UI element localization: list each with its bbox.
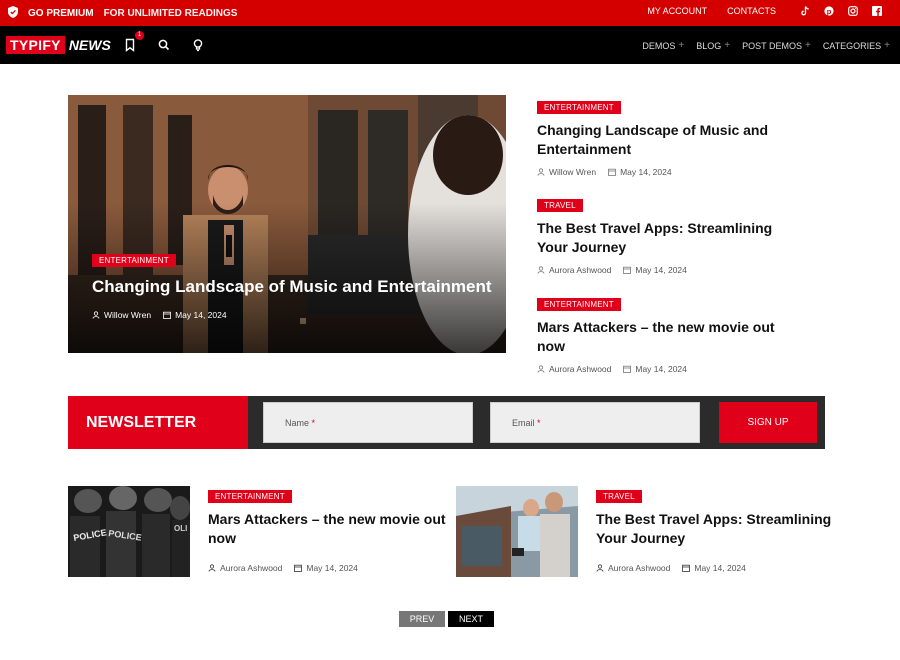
tiktok-icon[interactable] [800,6,810,16]
card-author[interactable]: Aurora Ashwood [608,563,670,573]
user-icon [537,168,545,176]
newsletter-label: NEWSLETTER [68,396,248,449]
main-menu: DEMOS + BLOG + POST DEMOS + CATEGORIES + [642,40,890,51]
card-thumbnail-police[interactable]: POLICE POLICE OLI [68,486,190,577]
menu-item-categories[interactable]: CATEGORIES + [823,40,890,51]
sign-up-button[interactable]: SIGN UP [719,402,817,443]
side-post-author[interactable]: Willow Wren [549,167,596,177]
instagram-icon[interactable] [848,6,858,16]
premium-promo[interactable]: GO PREMIUM FOR UNLIMITED READINGS [8,6,237,21]
hero-author[interactable]: Willow Wren [104,310,151,320]
search-icon[interactable] [157,38,171,52]
side-post-date: May 14, 2024 [620,167,672,177]
card-date: May 14, 2024 [306,563,358,573]
user-icon [92,311,100,319]
card-tag[interactable]: TRAVEL [596,490,642,503]
side-post-title[interactable]: The Best Travel Apps: Streamlining Your … [537,219,797,257]
user-icon [537,365,545,373]
calendar-icon [623,365,632,373]
card-title[interactable]: The Best Travel Apps: Streamlining Your … [596,510,836,548]
side-post-tag[interactable]: TRAVEL [537,199,583,212]
bottom-card: TRAVEL The Best Travel Apps: Streamlinin… [596,486,836,573]
hero-featured-post[interactable]: ENTERTAINMENT Changing Landscape of Musi… [68,95,506,353]
name-field[interactable]: Name * [263,402,473,443]
required-mark: * [537,418,541,428]
menu-item-label: DEMOS [642,40,676,51]
card-thumbnail-travel[interactable] [456,486,578,577]
user-icon [537,266,545,274]
user-icon [208,564,216,572]
menu-item-demos[interactable]: DEMOS + [642,40,684,51]
facebook-icon[interactable] [872,6,882,17]
side-post-title[interactable]: Changing Landscape of Music and Entertai… [537,121,797,159]
hero-category-tag[interactable]: ENTERTAINMENT [92,254,176,267]
logo-box-text: TYPIFY [6,36,65,54]
my-account-link[interactable]: MY ACCOUNT [647,6,707,16]
contacts-link[interactable]: CONTACTS [727,6,776,16]
calendar-icon [682,564,691,572]
pagination: PREV NEXT [399,611,494,627]
card-date: May 14, 2024 [694,563,746,573]
pinterest-icon[interactable]: p [824,6,834,16]
user-icon [596,564,604,572]
card-title[interactable]: Mars Attackers – the new movie out now [208,510,448,548]
side-post-author[interactable]: Aurora Ashwood [549,265,611,275]
prev-button[interactable]: PREV [399,611,445,627]
calendar-icon [623,266,632,274]
side-post-author[interactable]: Aurora Ashwood [549,364,611,374]
side-post: ENTERTAINMENT Mars Attackers – the new m… [537,294,797,374]
logo-news-text: NEWS [68,37,111,53]
promo-bold-text: GO PREMIUM [28,8,94,19]
shield-icon [8,6,18,21]
bookmark-count-badge: 1 [135,31,144,40]
next-button[interactable]: NEXT [448,611,494,627]
card-tag[interactable]: ENTERTAINMENT [208,490,292,503]
side-post-date: May 14, 2024 [635,265,687,275]
hero-title[interactable]: Changing Landscape of Music and Entertai… [92,277,492,297]
plus-icon: + [804,40,811,51]
promo-text: FOR UNLIMITED READINGS [103,8,238,19]
svg-text:p: p [827,7,832,16]
email-placeholder: Email [512,418,535,428]
plus-icon: + [724,40,731,51]
bottom-card: ENTERTAINMENT Mars Attackers – the new m… [208,486,448,573]
main-navbar: TYPIFY NEWS 1 DEMOS + BLOG + POST DEMOS + C… [0,26,900,64]
menu-item-post-demos[interactable]: POST DEMOS + [742,40,811,51]
bookmark-icon[interactable] [123,38,137,52]
side-post-title[interactable]: Mars Attackers – the new movie out now [537,318,797,356]
site-logo[interactable]: TYPIFY NEWS [6,36,111,54]
menu-item-blog[interactable]: BLOG + [696,40,730,51]
lightbulb-icon[interactable] [191,38,205,52]
hero-meta: Willow Wren May 14, 2024 [92,310,227,320]
hero-date: May 14, 2024 [175,310,227,320]
newsletter-form: NEWSLETTER Name * Email * SIGN UP [68,396,825,449]
side-post-date: May 14, 2024 [635,364,687,374]
calendar-icon [294,564,303,572]
required-mark: * [311,418,316,428]
side-post: ENTERTAINMENT Changing Landscape of Musi… [537,97,797,177]
plus-icon: + [884,40,890,51]
menu-item-label: CATEGORIES [822,40,882,51]
plus-icon: + [678,40,685,51]
name-placeholder: Name [285,418,310,428]
top-promo-bar: GO PREMIUM FOR UNLIMITED READINGS MY ACC… [0,0,900,26]
email-field[interactable]: Email * [490,402,700,443]
side-post: TRAVEL The Best Travel Apps: Streamlinin… [537,195,797,275]
side-post-tag[interactable]: ENTERTAINMENT [537,298,621,311]
menu-item-label: POST DEMOS [742,40,802,51]
menu-item-label: BLOG [696,40,722,51]
svg-text:OLI: OLI [174,524,187,533]
calendar-icon [163,311,171,319]
card-author[interactable]: Aurora Ashwood [220,563,282,573]
side-post-tag[interactable]: ENTERTAINMENT [537,101,621,114]
calendar-icon [608,168,616,176]
